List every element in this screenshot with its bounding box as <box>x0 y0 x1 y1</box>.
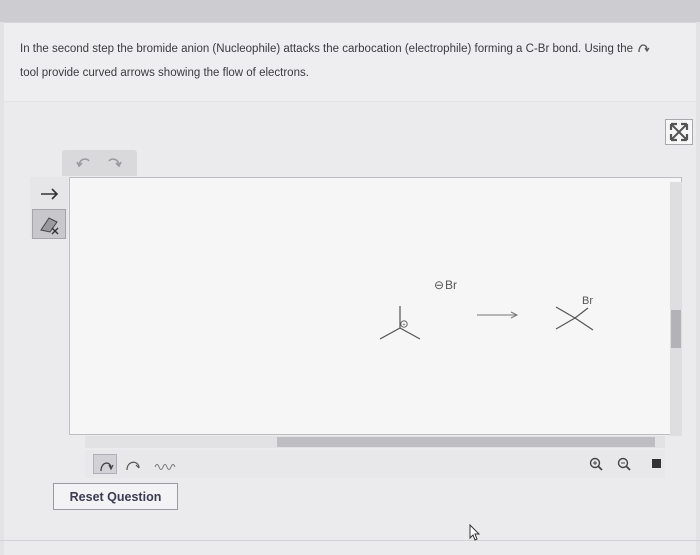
bromide-anion: ⊖ Br <box>434 278 457 292</box>
undo-redo-group <box>62 150 137 176</box>
zoom-out-icon <box>617 457 631 471</box>
curved-arrow-icon <box>100 462 114 472</box>
reaction-scheme: + ⊖ Br Br <box>379 278 593 340</box>
zoom-in-icon <box>589 457 603 471</box>
horizontal-scroll-thumb[interactable] <box>277 437 655 447</box>
question-text-part2: tool provide curved arrows showing the f… <box>20 67 309 79</box>
redo-button[interactable] <box>106 154 122 171</box>
expand-button[interactable] <box>665 119 693 145</box>
mouse-cursor-icon <box>469 524 481 541</box>
wavy-arrow-tool[interactable] <box>152 454 176 474</box>
reaction-arrow <box>477 311 519 319</box>
product-structure: Br <box>555 295 593 331</box>
drawing-canvas[interactable]: + ⊖ Br Br <box>69 177 682 435</box>
question-text-part1: In the second step the bromide anion (Nu… <box>20 43 634 55</box>
top-strip <box>0 0 700 22</box>
carbocation-charge: + <box>403 322 406 328</box>
expand-icon <box>669 122 689 142</box>
redo-icon <box>108 158 122 168</box>
product-br-label: Br <box>582 295 593 307</box>
carbocation-structure: + <box>379 306 421 340</box>
reset-question-button[interactable]: Reset Question <box>53 483 178 510</box>
question-text: In the second step the bromide anion (Nu… <box>20 37 690 85</box>
left-toolbar <box>30 177 68 239</box>
select-tool[interactable] <box>32 179 66 209</box>
undo-button[interactable] <box>76 154 92 171</box>
curved-arrow-icon <box>638 44 650 53</box>
undo-icon <box>76 158 90 168</box>
question-panel: In the second step the bromide anion (Nu… <box>4 22 696 101</box>
bromide-label: Br <box>445 278 457 292</box>
zoom-out-button[interactable] <box>616 456 632 472</box>
single-barb-arrow-icon <box>126 461 140 471</box>
eraser-tool[interactable] <box>32 209 66 239</box>
curved-arrow-tool[interactable] <box>93 454 117 474</box>
arrow-pointer-icon <box>41 188 59 200</box>
bromide-charge: ⊖ <box>434 278 444 292</box>
zoom-in-button[interactable] <box>588 456 604 472</box>
footer-divider <box>0 540 700 541</box>
vertical-scrollbar[interactable] <box>670 182 682 436</box>
settings-square-icon[interactable] <box>652 459 661 468</box>
vertical-scroll-thumb[interactable] <box>671 310 681 348</box>
horizontal-scrollbar[interactable] <box>85 436 665 448</box>
half-arrow-tool[interactable] <box>122 454 146 474</box>
wavy-arrow-icon <box>154 464 176 470</box>
eraser-icon <box>40 217 59 235</box>
